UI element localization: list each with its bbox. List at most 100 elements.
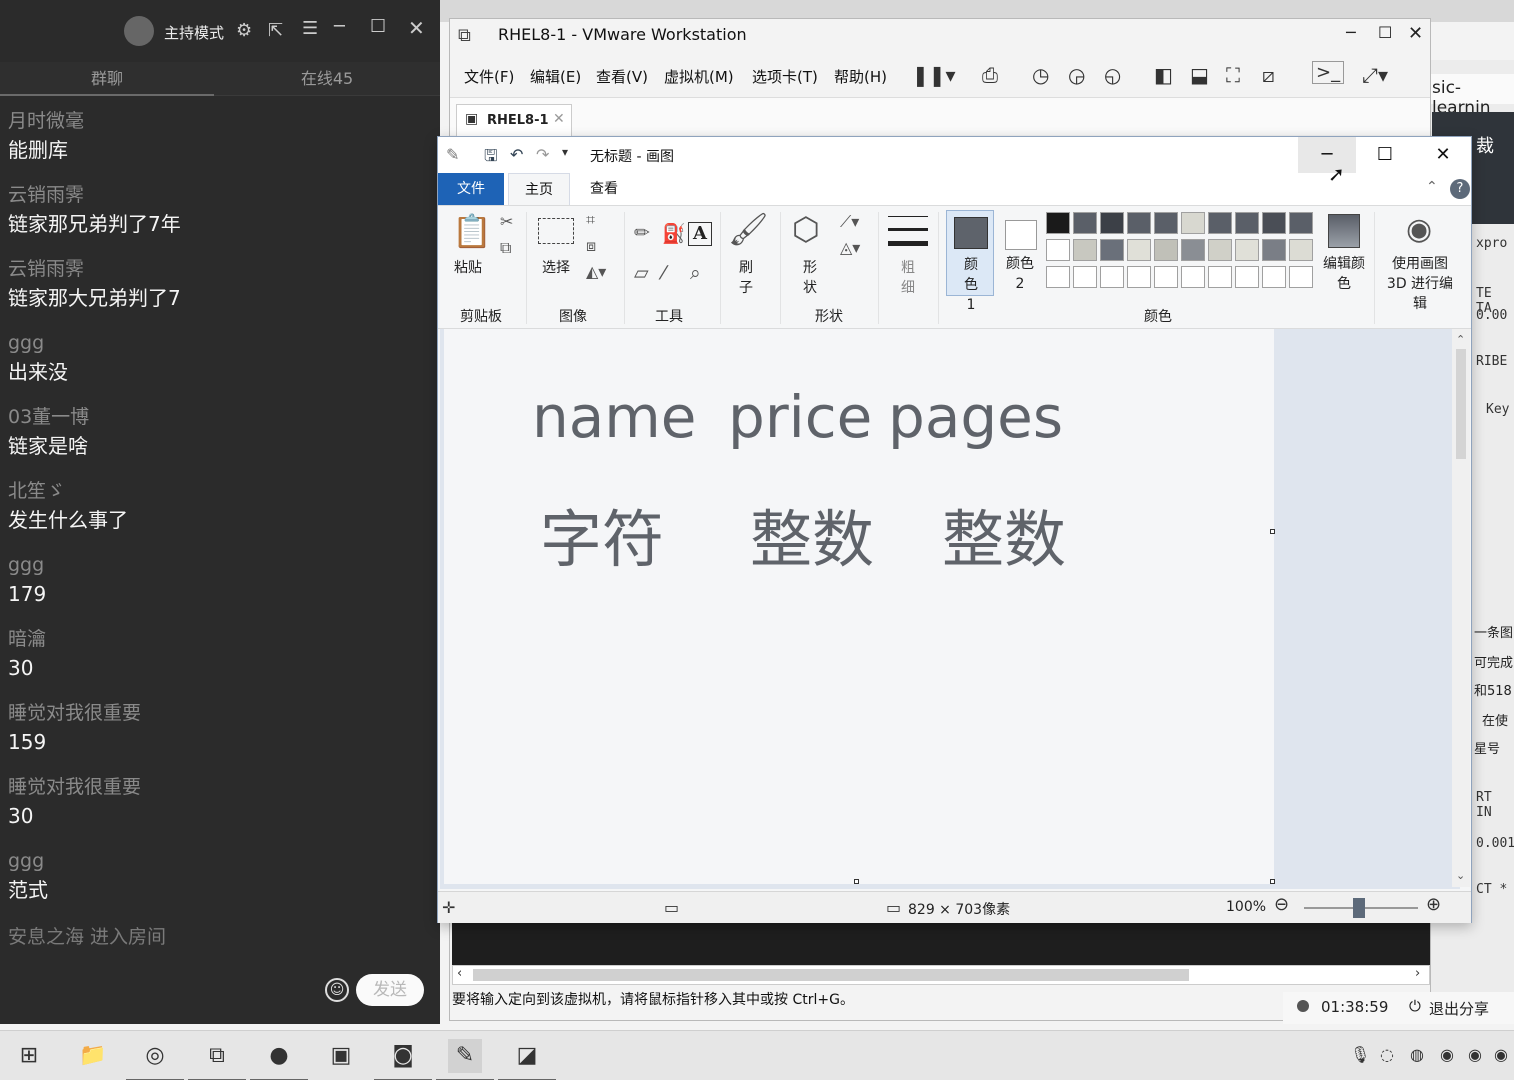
zoom-slider-thumb[interactable] — [1353, 898, 1365, 918]
save-icon[interactable]: 🖫 — [484, 145, 498, 172]
shapes-icon[interactable]: ⬡ — [792, 210, 820, 248]
host-mode-label[interactable]: 主持模式 — [164, 22, 224, 43]
message-nick[interactable]: 云销雨霁 — [8, 256, 428, 282]
canvas-vertical-scrollbar[interactable]: ⌃ ⌄ — [1452, 329, 1470, 887]
tab-home[interactable]: 主页 — [508, 173, 570, 205]
palette-swatch[interactable] — [1208, 239, 1232, 261]
notes-app-icon[interactable]: ◪ — [498, 1039, 556, 1080]
color1-button[interactable]: 颜色 1 — [946, 210, 994, 313]
palette-swatch[interactable] — [1208, 266, 1232, 288]
menu-icon[interactable]: ☰ — [302, 18, 318, 39]
tab-group-chat[interactable]: 群聊 — [0, 62, 214, 96]
file-explorer-icon[interactable]: 📁 — [76, 1039, 110, 1073]
tab-view[interactable]: 查看 — [574, 173, 634, 205]
palette-swatch[interactable] — [1073, 266, 1097, 288]
message-nick[interactable]: 03董一博 — [8, 404, 428, 430]
minimize-icon[interactable]: ─ — [334, 16, 345, 37]
palette-swatch[interactable] — [1154, 266, 1178, 288]
library-icon[interactable]: ◧ — [1154, 63, 1173, 87]
vm-console-area[interactable] — [452, 921, 1430, 965]
vm-tab-rhel[interactable]: ▣ RHEL8-1 ✕ — [456, 104, 572, 136]
tray-icon[interactable]: ◉ — [1440, 1045, 1454, 1064]
resize-handle-right[interactable] — [1270, 529, 1275, 534]
power-icon[interactable]: ⏻ — [1409, 997, 1421, 1015]
paint-minimize-icon[interactable]: ─ — [1298, 137, 1356, 173]
palette-swatch[interactable] — [1181, 266, 1205, 288]
palette-swatch[interactable] — [1235, 239, 1259, 261]
tray-icon[interactable]: ◉ — [1468, 1045, 1482, 1064]
snapshot-revert-icon[interactable]: ◶ — [1068, 63, 1085, 87]
unity-icon[interactable]: ⧄ — [1262, 63, 1275, 87]
palette-swatch[interactable] — [1046, 239, 1070, 261]
vm-tab-close-icon[interactable]: ✕ — [553, 111, 565, 127]
menu-help[interactable]: 帮助(H) — [834, 66, 887, 87]
select-icon[interactable] — [538, 218, 574, 244]
ribbon-collapse-icon[interactable]: ⌃ — [1426, 179, 1438, 195]
edit-colors-button[interactable]: 编辑颜色 — [1322, 254, 1366, 294]
pause-icon[interactable]: ❚❚▾ — [912, 63, 956, 87]
popout-icon[interactable]: ⇱ — [268, 20, 283, 41]
message-nick[interactable]: 睡觉对我很重要 — [8, 700, 428, 726]
outline-icon[interactable]: ⟋▾ — [840, 212, 859, 232]
crop-icon[interactable]: ⌗ — [586, 210, 595, 230]
resize-icon[interactable]: ⧈ — [586, 236, 596, 256]
menu-view[interactable]: 查看(V) — [596, 66, 648, 87]
message-nick[interactable]: 睡觉对我很重要 — [8, 774, 428, 800]
eraser-icon[interactable]: ▱ — [634, 262, 649, 284]
menu-file[interactable]: 文件(F) — [464, 66, 514, 87]
menu-vm[interactable]: 虚拟机(M) — [664, 66, 734, 87]
palette-swatch[interactable] — [1100, 239, 1124, 261]
vm-close-icon[interactable]: ✕ — [1408, 23, 1423, 44]
palette-swatch[interactable] — [1289, 212, 1313, 234]
menu-tabs[interactable]: 选项卡(T) — [752, 66, 818, 87]
palette-swatch[interactable] — [1181, 239, 1205, 261]
palette-swatch[interactable] — [1208, 212, 1232, 234]
paint3d-icon[interactable]: ◉ — [1406, 212, 1432, 247]
clipboard-icon[interactable]: 📋 — [452, 212, 492, 250]
color2-label[interactable]: 颜色 2 — [1006, 254, 1034, 294]
size-button[interactable]: 粗细 — [896, 258, 920, 298]
fill-icon[interactable]: ⛽ — [662, 222, 686, 245]
palette-swatch[interactable] — [1262, 266, 1286, 288]
thumbnail-icon[interactable]: ⬓ — [1190, 63, 1209, 87]
stretch-icon[interactable]: ⤢▾ — [1362, 63, 1388, 87]
palette-swatch[interactable] — [1100, 266, 1124, 288]
magnifier-icon[interactable]: ⌕ — [690, 262, 701, 284]
qat-dropdown-icon[interactable]: ▾ — [562, 145, 568, 159]
palette-swatch[interactable] — [1046, 266, 1070, 288]
tray-icon[interactable]: ◍ — [1410, 1045, 1424, 1064]
scroll-thumb[interactable] — [473, 969, 1189, 981]
palette-swatch[interactable] — [1073, 212, 1097, 234]
shape-fill-icon[interactable]: ◬▾ — [840, 238, 860, 257]
color-picker-icon[interactable]: ⁄ — [662, 262, 665, 284]
tray-icon[interactable]: ◌ — [1380, 1045, 1394, 1064]
message-nick[interactable]: 暗瀹 — [8, 626, 428, 652]
message-nick[interactable]: 云销雨霁 — [8, 182, 428, 208]
media-app-icon[interactable]: ▣ — [324, 1039, 358, 1073]
host-avatar[interactable] — [124, 16, 154, 46]
rotate-icon[interactable]: ◭▾ — [586, 262, 606, 281]
menu-edit[interactable]: 编辑(E) — [530, 66, 581, 87]
palette-swatch[interactable] — [1235, 266, 1259, 288]
palette-swatch[interactable] — [1262, 212, 1286, 234]
message-nick[interactable]: 月时微毫 — [8, 108, 428, 134]
shapes-button[interactable]: 形状 — [798, 258, 822, 298]
palette-swatch[interactable] — [1262, 239, 1286, 261]
tab-online-users[interactable]: 在线45 — [214, 62, 440, 96]
fullscreen-icon[interactable]: ⛶ — [1226, 63, 1240, 87]
select-button[interactable]: 选择 — [542, 258, 570, 278]
console-view-icon[interactable]: >_ — [1312, 61, 1345, 84]
close-icon[interactable]: ✕ — [408, 16, 425, 40]
scroll-left-icon[interactable]: ‹ — [457, 966, 462, 981]
scroll-right-icon[interactable]: › — [1415, 966, 1420, 981]
vm-maximize-icon[interactable]: ☐ — [1378, 23, 1392, 42]
vm-minimize-icon[interactable]: ─ — [1346, 23, 1356, 42]
cut-icon[interactable]: ✂ — [500, 212, 513, 231]
pencil-icon[interactable]: ✏ — [634, 222, 650, 244]
zoom-in-icon[interactable]: ⊕ — [1426, 894, 1441, 915]
redo-icon[interactable]: ↷ — [536, 145, 549, 164]
palette-swatch[interactable] — [1154, 239, 1178, 261]
paint-maximize-icon[interactable]: ☐ — [1356, 137, 1414, 173]
drawing-canvas[interactable]: name price pages 字符 整数 整数 — [444, 329, 1275, 884]
chat-app-icon[interactable]: ● — [250, 1039, 308, 1080]
